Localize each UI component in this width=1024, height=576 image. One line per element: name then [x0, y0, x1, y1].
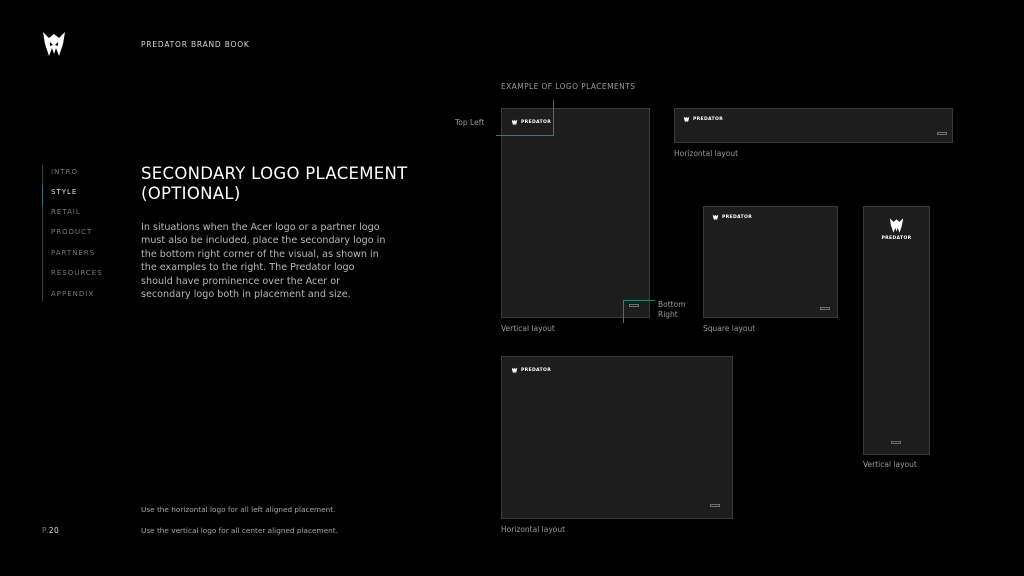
caption-vertical-narrow: Vertical layout — [863, 460, 917, 469]
example-horizontal-wide: PREDATOR — [674, 108, 953, 143]
page-title: SECONDARY LOGO PLACEMENT (OPTIONAL) — [141, 164, 408, 204]
wordmark-text: PREDATOR — [881, 236, 912, 241]
note-vertical-logo: Use the vertical logo for all center ali… — [141, 526, 338, 535]
wordmark-text: PREDATOR — [722, 215, 753, 220]
secondary-logo-badge — [629, 304, 639, 307]
callout-right-text: Right — [658, 310, 678, 319]
caption-horizontal-large: Horizontal layout — [501, 525, 566, 534]
predator-wordmark: PREDATOR — [511, 367, 551, 374]
secondary-logo-badge — [937, 132, 947, 135]
secondary-logo-badge — [891, 441, 901, 444]
nav-item-partners[interactable]: PARTNERS — [51, 249, 95, 257]
callout-bottom-right: Bottom Right — [658, 300, 686, 320]
nav-item-resources[interactable]: RESOURCES — [51, 269, 103, 277]
predator-wordmark: PREDATOR — [712, 214, 752, 221]
predator-claw-icon — [511, 367, 518, 374]
callout-line-vertical — [623, 300, 624, 323]
nav-item-intro[interactable]: INTRO — [51, 168, 78, 176]
wordmark-text: PREDATOR — [521, 120, 552, 125]
predator-claw-icon — [889, 218, 904, 233]
callout-line-vertical — [553, 100, 554, 136]
secondary-logo-badge — [710, 504, 720, 507]
predator-claw-icon — [683, 116, 690, 123]
page-title-line-1: SECONDARY LOGO PLACEMENT — [141, 164, 408, 183]
predator-claw-icon — [42, 30, 66, 58]
page-prefix: P. — [42, 526, 49, 535]
callout-top-left: Top Left — [455, 118, 485, 127]
description-paragraph: In situations when the Acer logo or a pa… — [141, 222, 386, 301]
page-number-value: 20 — [48, 526, 60, 535]
page-number: P.20 — [42, 526, 59, 535]
page-title-line-2: (OPTIONAL) — [141, 184, 241, 203]
caption-square: Square layout — [703, 324, 756, 333]
callout-line-horizontal — [496, 135, 554, 136]
nav-item-style[interactable]: STYLE — [51, 188, 77, 196]
secondary-logo-badge — [820, 307, 830, 310]
example-square: PREDATOR — [703, 206, 838, 318]
example-vertical-narrow: PREDATOR — [863, 206, 930, 455]
wordmark-text: PREDATOR — [521, 368, 552, 373]
caption-vertical-tall: Vertical layout — [501, 324, 555, 333]
nav-item-retail[interactable]: RETAIL — [51, 208, 81, 216]
predator-claw-icon — [511, 119, 518, 126]
nav-item-appendix[interactable]: APPENDIX — [51, 290, 94, 298]
note-horizontal-logo: Use the horizontal logo for all left ali… — [141, 505, 336, 514]
example-vertical-tall: PREDATOR — [501, 108, 650, 318]
section-nav: INTRO STYLE RETAIL PRODUCT PARTNERS RESO… — [42, 165, 133, 302]
predator-claw-icon — [712, 214, 719, 221]
wordmark-text: PREDATOR — [693, 117, 724, 122]
example-horizontal-large: PREDATOR — [501, 356, 733, 519]
nav-item-product[interactable]: PRODUCT — [51, 228, 92, 236]
callout-bottom-text: Bottom — [658, 300, 686, 309]
predator-wordmark: PREDATOR — [683, 116, 723, 123]
brand-book-title: PREDATOR BRAND BOOK — [141, 40, 250, 49]
caption-horizontal-wide: Horizontal layout — [674, 149, 739, 158]
examples-section-label: EXAMPLE OF LOGO PLACEMENTS — [501, 82, 636, 91]
callout-line-horizontal — [623, 300, 655, 301]
nav-active-marker — [42, 185, 43, 205]
predator-wordmark: PREDATOR — [511, 119, 551, 126]
